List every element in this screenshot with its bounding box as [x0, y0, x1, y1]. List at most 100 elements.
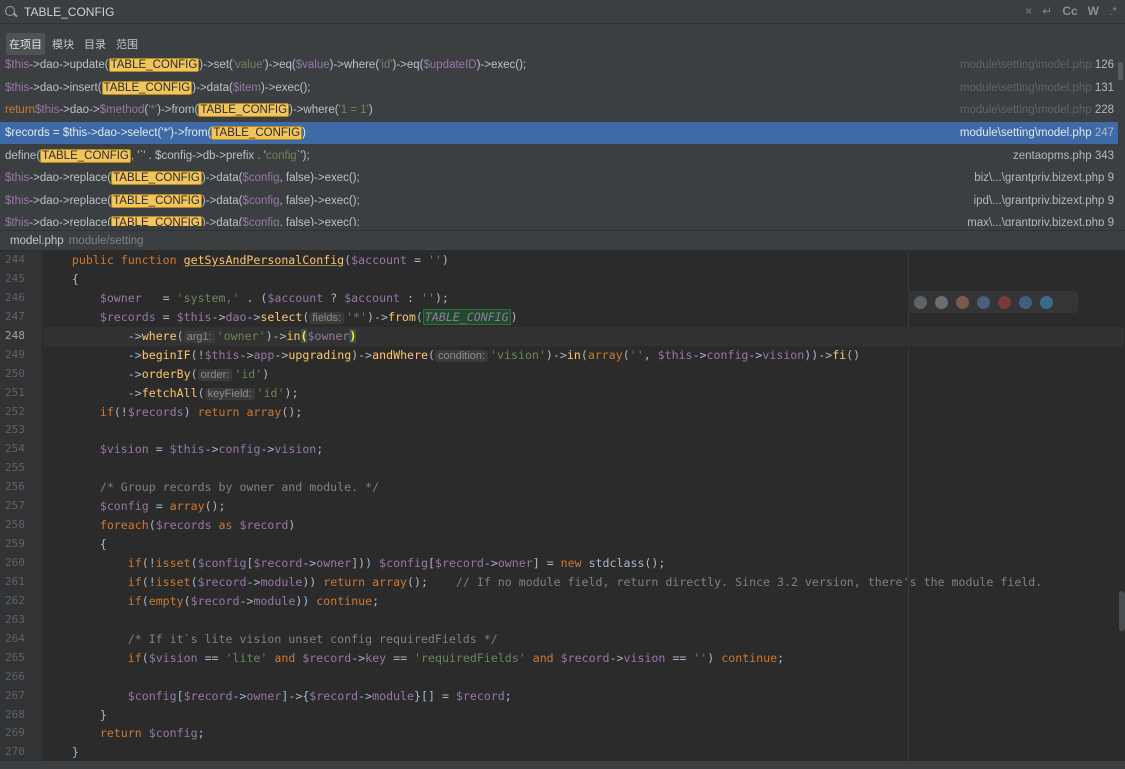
code-line[interactable]: if(!isset($record->module)) return array… — [44, 573, 1124, 592]
line-number: 244 — [5, 253, 25, 266]
result-row[interactable]: $this ->dao->replace(TABLE_CONFIG)->data(… — [0, 190, 1118, 213]
result-line-number: 9 — [1107, 217, 1114, 226]
result-code-fragment: $config — [242, 217, 280, 226]
result-file-path: module\setting\model.php — [959, 104, 1095, 117]
tab-directory[interactable]: 目录 — [81, 33, 109, 55]
result-row[interactable]: return $this ->dao-> $method('*')->from(TA… — [0, 99, 1118, 122]
code-line[interactable]: $vision = $this->config->vision; — [44, 440, 1124, 459]
safari-icon[interactable] — [977, 295, 990, 309]
code-line[interactable]: return $config; — [44, 724, 1124, 743]
result-line-number: 126 — [1094, 59, 1114, 72]
result-code-fragment: , false)->exec(); — [279, 217, 360, 226]
result-code-fragment: $item — [232, 81, 261, 94]
line-number: 260 — [5, 556, 25, 569]
code-editor[interactable]: 244 245 246 247 248 249 250 251 252 253 254 255 256 2… — [0, 251, 1125, 761]
code-line[interactable]: /* Group records by owner and module. */ — [44, 478, 1124, 497]
match-case-toggle[interactable]: Cc — [1062, 4, 1077, 18]
code-line[interactable]: } — [44, 743, 1124, 762]
result-code-fragment: $this — [5, 217, 30, 226]
regex-toggle[interactable]: .* — [1109, 4, 1117, 18]
line-number: 250 — [5, 366, 25, 380]
edge-icon[interactable] — [1040, 295, 1053, 309]
newline-icon[interactable]: ↵ — [1042, 4, 1052, 18]
line-number: 258 — [5, 518, 25, 532]
result-location: module\setting\model.php 131 — [960, 82, 1114, 94]
result-line-number: 9 — [1107, 172, 1114, 185]
line-number: 257 — [5, 499, 25, 513]
match-highlight: TABLE_CONFIG — [40, 148, 131, 163]
line-number: 256 — [5, 480, 25, 494]
ie-icon[interactable] — [1019, 295, 1032, 309]
search-bar[interactable]: TABLE_CONFIG × ↵ Cc W .* — [0, 0, 1125, 24]
code-line[interactable]: { — [44, 535, 1124, 554]
result-code-fragment: )->data( — [201, 217, 243, 226]
result-code-fragment: )->eq( — [264, 59, 296, 72]
line-number: 246 — [5, 290, 25, 304]
code-line[interactable] — [44, 459, 1124, 478]
code-line[interactable]: foreach($records as $record) — [44, 516, 1124, 535]
match-highlight: TABLE_CONFIG — [111, 193, 202, 208]
code-line[interactable]: $config[$record->owner]->{$record->modul… — [44, 687, 1124, 706]
result-code-fragment: $config — [242, 194, 280, 207]
result-code-fragment: $records = $this->dao->select('*')->from… — [5, 127, 212, 140]
result-code-fragment: )->data( — [201, 194, 243, 207]
match-highlight: TABLE_CONFIG — [211, 126, 303, 141]
result-file-path: biz\...\grantpriv.bizext.php — [974, 172, 1108, 185]
result-file-path: ipd\...\grantpriv.bizext.php — [973, 194, 1108, 207]
structure-icon[interactable] — [914, 295, 927, 309]
code-line[interactable]: ->fetchAll(keyField:'id'); — [44, 384, 1124, 403]
chrome-icon[interactable] — [935, 295, 948, 309]
code-line[interactable]: public function getSysAndPersonalConfig(… — [44, 251, 1124, 270]
opera-icon[interactable] — [998, 295, 1011, 309]
result-row[interactable]: define(TABLE_CONFIG, '`' . $config->db->… — [0, 144, 1118, 167]
code-line[interactable]: $config = array(); — [44, 497, 1124, 516]
code-line[interactable] — [44, 421, 1124, 440]
editor-scrollbar[interactable] — [1119, 591, 1125, 631]
result-row[interactable]: $this ->dao->insert(TABLE_CONFIG)->data($… — [0, 77, 1118, 100]
result-row[interactable]: $this ->dao->update(TABLE_CONFIG)->set('v… — [0, 54, 1118, 77]
code-line[interactable]: if(empty($record->module)) continue; — [44, 592, 1124, 611]
result-code-fragment: , false)->exec(); — [279, 172, 360, 185]
result-row[interactable]: $records = $this->dao->select('*')->from… — [0, 121, 1118, 145]
code-line[interactable]: if($vision == 'lite' and $record->key ==… — [44, 649, 1124, 668]
result-file-path: max\...\grantpriv.bizext.php — [967, 217, 1108, 226]
result-code-fragment: )->where( — [329, 59, 380, 72]
result-line-number: 131 — [1094, 81, 1114, 94]
result-row[interactable]: $this ->dao->replace(TABLE_CONFIG)->data(… — [0, 212, 1118, 226]
firefox-icon[interactable] — [956, 295, 969, 309]
result-location: max\...\grantpriv.bizext.php 9 — [967, 217, 1114, 226]
bottom-bar — [0, 761, 1125, 769]
code-line[interactable]: if(!isset($config[$record->owner])) $con… — [44, 554, 1124, 573]
code-line[interactable] — [44, 611, 1124, 630]
line-number: 268 — [5, 707, 25, 721]
tab-scope[interactable]: 范围 — [113, 33, 141, 55]
code-line[interactable] — [44, 668, 1124, 687]
result-code-fragment: )->from( — [157, 104, 199, 117]
result-row[interactable]: $this ->dao->replace(TABLE_CONFIG)->data(… — [0, 167, 1118, 190]
result-location: zentaopms.php 343 — [1013, 150, 1114, 162]
match-highlight: TABLE_CONFIG — [198, 103, 290, 118]
file-path: module/setting — [68, 234, 144, 247]
code-line[interactable]: if(!$records) return array(); — [44, 403, 1124, 422]
code-area[interactable]: public function getSysAndPersonalConfig(… — [44, 251, 1124, 762]
whole-word-toggle[interactable]: W — [1088, 4, 1099, 18]
clear-icon[interactable]: × — [1025, 4, 1032, 18]
line-number: 255 — [5, 461, 25, 475]
tab-module[interactable]: 模块 — [49, 33, 77, 55]
result-code-fragment: $this — [5, 172, 30, 185]
code-line[interactable]: ->beginIF(!$this->app->upgrading)->andWh… — [44, 346, 1124, 365]
search-input[interactable]: TABLE_CONFIG — [24, 5, 114, 19]
code-line[interactable]: /* If it`s lite vision unset config requ… — [44, 630, 1124, 649]
code-line[interactable]: ->where(arg1:'owner')->in($owner) — [44, 326, 1124, 346]
code-line[interactable]: } — [44, 706, 1124, 725]
line-number-gutter: 244 245 246 247 248 249 250 251 252 253 254 255 256 2… — [0, 251, 42, 761]
scope-tabs: 在项目 模块 目录 范围 — [0, 33, 1125, 55]
line-number: 245 — [5, 271, 25, 285]
line-number: 262 — [5, 593, 25, 607]
tab-in-project[interactable]: 在项目 — [6, 33, 45, 55]
results-scrollbar[interactable] — [1118, 62, 1123, 80]
code-line[interactable]: ->orderBy(order:'id') — [44, 365, 1124, 384]
code-line[interactable]: { — [44, 270, 1124, 289]
result-code-fragment: $this — [5, 59, 30, 72]
line-number: 249 — [5, 347, 25, 361]
